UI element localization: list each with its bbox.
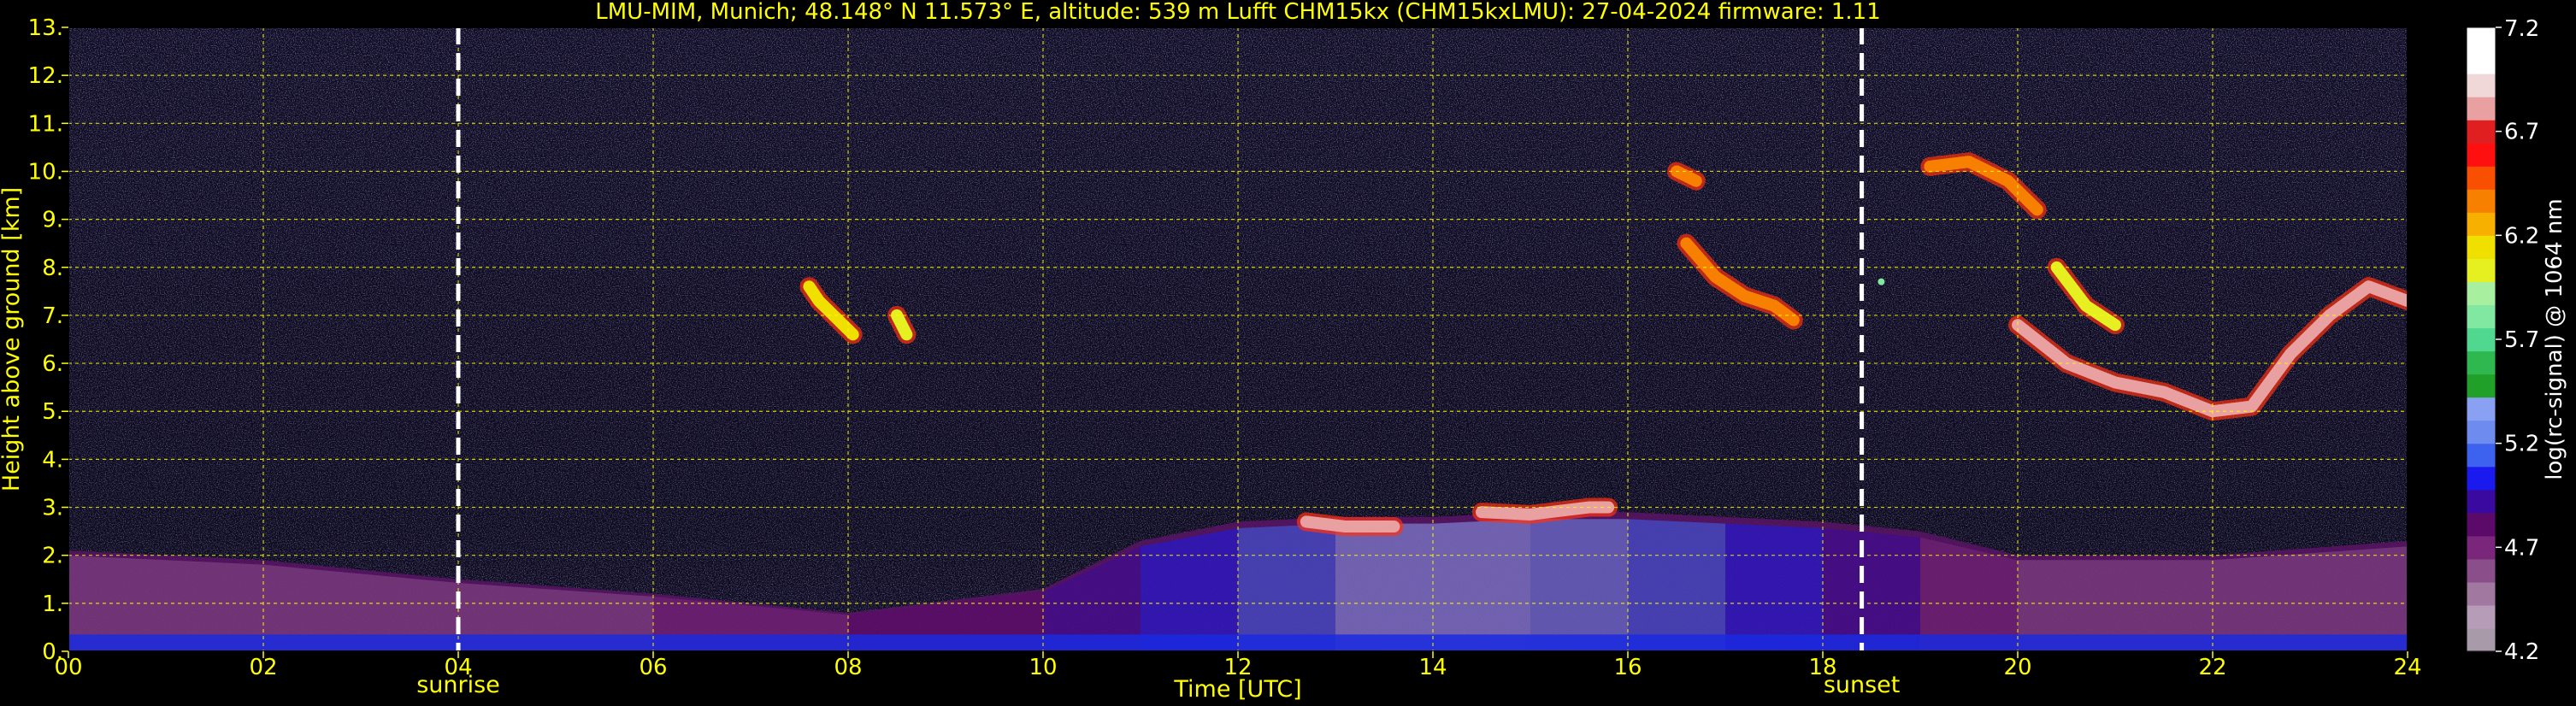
boundary-layer-segment [1725, 523, 1823, 651]
y-tick-label: 2. [42, 544, 63, 569]
colorbar-band [2467, 627, 2496, 652]
colorbar-band [2467, 604, 2496, 629]
x-tick-label: 08 [834, 655, 862, 680]
colorbar-band [2467, 50, 2496, 74]
boundary-layer-segment [1335, 523, 1433, 651]
boundary-layer-segment [1823, 527, 1920, 651]
y-tick-label: 13. [28, 15, 63, 41]
colorbar-ticks: 4.2 4.7 5.2 5.7 6.2 6.7 7.2 [2496, 16, 2539, 665]
x-axis-label: Time [UTC] [1173, 676, 1301, 703]
colorbar-band [2467, 166, 2496, 190]
boundary-layer-segment [1141, 527, 1238, 651]
colorbar-band [2467, 512, 2496, 537]
colorbar-band [2467, 258, 2496, 283]
y-axis-label: Height above ground [km] [0, 187, 25, 491]
colorbar-band [2467, 420, 2496, 444]
y-axis-ticks: 0.1.2.3.4.5.6.7.8.9.10.11.12.13. [28, 15, 68, 665]
colorbar-band [2467, 489, 2496, 514]
colorbar-band [2467, 327, 2496, 352]
colorbar-band [2467, 281, 2496, 306]
x-tick-label: 00 [54, 655, 82, 680]
colorbar-band [2467, 27, 2496, 51]
boundary-layer-segment [1433, 519, 1530, 651]
y-tick-label: 8. [42, 256, 63, 281]
ceilometer-chart: LMU-MIM, Munich; 48.148° N 11.573° E, al… [0, 0, 2567, 703]
x-tick-label: 02 [249, 655, 277, 680]
y-tick-label: 12. [28, 63, 63, 89]
y-tick-label: 11. [28, 111, 63, 137]
x-tick-label: 20 [2003, 655, 2031, 680]
boundary-layer-segment [1238, 523, 1335, 651]
x-tick-label: 16 [1613, 655, 1642, 680]
colorbar-tick-label: 5.7 [2504, 327, 2539, 353]
colorbar-tick-label: 6.7 [2504, 120, 2539, 145]
y-tick-label: 4. [42, 447, 63, 473]
colorbar-bands [2467, 27, 2496, 652]
cloud-layer [1300, 515, 1400, 532]
colorbar-tick-label: 4.2 [2504, 639, 2539, 665]
colorbar-band [2467, 350, 2496, 375]
colorbar-band [2467, 397, 2496, 421]
x-tick-label: 10 [1029, 655, 1057, 680]
colorbar: 4.2 4.7 5.2 5.7 6.2 6.7 7.2 log(rc-signal) @ 1… [2466, 16, 2567, 665]
colorbar-label: log(rc-signal) @ 1064 nm [2542, 198, 2567, 479]
chart-title: LMU-MIM, Munich; 48.148° N 11.573° E, al… [595, 0, 1880, 25]
colorbar-band [2467, 581, 2496, 606]
colorbar-tick-label: 7.2 [2504, 16, 2539, 42]
colorbar-band [2467, 535, 2496, 560]
plot-area [68, 27, 2408, 651]
colorbar-band [2467, 443, 2496, 468]
y-tick-label: 1. [42, 591, 63, 617]
y-tick-label: 7. [42, 303, 63, 329]
colorbar-band [2467, 466, 2496, 491]
x-tick-label: 24 [2393, 655, 2421, 680]
y-tick-label: 3. [42, 496, 63, 521]
colorbar-band [2467, 97, 2496, 121]
y-tick-label: 9. [42, 208, 63, 233]
colorbar-band [2467, 120, 2496, 144]
colorbar-band [2467, 143, 2496, 167]
boundary-layer-segment [1628, 519, 1725, 651]
colorbar-band [2467, 189, 2496, 213]
colorbar-band [2467, 304, 2496, 329]
sunset-label: sunset [1824, 672, 1901, 698]
colorbar-tick-label: 5.2 [2504, 432, 2539, 457]
sunrise-label: sunrise [416, 672, 500, 698]
boundary-layer-segment [1530, 519, 1628, 651]
x-tick-label: 14 [1418, 655, 1447, 680]
colorbar-tick-label: 4.7 [2504, 535, 2539, 561]
colorbar-band [2467, 558, 2496, 583]
colorbar-tick-label: 6.2 [2504, 223, 2539, 249]
x-tick-label: 22 [2198, 655, 2226, 680]
y-tick-label: 10. [28, 159, 63, 185]
colorbar-band [2467, 374, 2496, 398]
colorbar-band [2467, 235, 2496, 259]
y-tick-label: 5. [42, 399, 63, 425]
y-tick-label: 6. [42, 351, 63, 377]
x-tick-label: 06 [639, 655, 667, 680]
cloud-point [1877, 278, 1885, 285]
colorbar-band [2467, 74, 2496, 97]
colorbar-band [2467, 212, 2496, 236]
